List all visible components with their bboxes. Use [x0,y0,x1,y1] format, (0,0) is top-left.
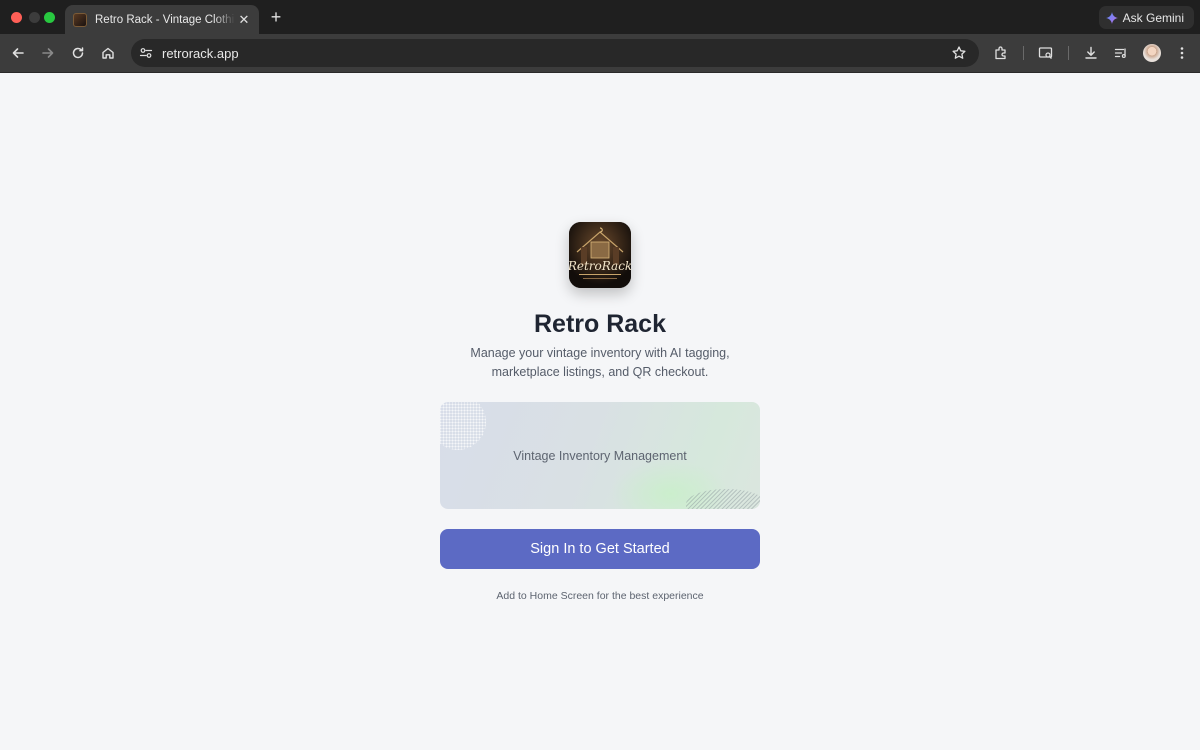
hero-card: Vintage Inventory Management [440,402,760,509]
url-text[interactable]: retrorack.app [162,46,239,61]
gemini-sparkle-icon [1105,11,1118,24]
ask-gemini-label: Ask Gemini [1122,10,1184,25]
hero-dot-pattern [440,402,486,450]
tab-favicon-icon [73,12,87,27]
svg-text:RetroRack: RetroRack [569,259,631,273]
toolbar-divider [1023,46,1024,60]
page-content: RetroRack Retro Rack Manage your vintage… [0,74,1200,750]
toolbar-divider [1068,46,1069,60]
ask-gemini-button[interactable]: Ask Gemini [1098,6,1194,29]
app-logo: RetroRack [569,222,631,288]
window-zoom-button[interactable] [44,12,55,23]
profile-avatar[interactable] [1143,44,1161,62]
site-info-icon[interactable] [139,46,153,60]
app-title: Retro Rack [534,310,666,338]
menu-icon[interactable] [1173,44,1191,62]
reading-list-icon[interactable] [1112,44,1130,62]
address-bar[interactable]: retrorack.app [131,39,979,67]
extensions-icon[interactable] [992,44,1010,62]
bookmark-star-icon[interactable] [951,45,967,61]
tab-close-icon[interactable]: ✕ [237,12,251,28]
browser-toolbar: retrorack.app [0,34,1200,73]
forward-icon[interactable] [39,44,57,62]
retro-rack-logo-icon: RetroRack [569,222,631,288]
browser-titlebar: Retro Rack - Vintage Clothing Inventory … [0,0,1200,34]
app-description: Manage your vintage inventory with AI ta… [470,346,730,379]
tab-search-icon[interactable] [1037,44,1055,62]
home-screen-hint: Add to Home Screen for the best experien… [496,590,704,602]
new-tab-button[interactable]: + [267,6,285,28]
window-minimize-button[interactable] [29,12,40,23]
home-icon[interactable] [99,44,117,62]
sign-in-button[interactable]: Sign In to Get Started [440,529,760,569]
window-close-button[interactable] [11,12,22,23]
hero-label: Vintage Inventory Management [513,448,687,463]
browser-tab[interactable]: Retro Rack - Vintage Clothing Inventory … [65,5,259,34]
back-icon[interactable] [9,44,27,62]
downloads-icon[interactable] [1082,44,1100,62]
tab-title: Retro Rack - Vintage Clothing Inventory [95,13,235,26]
reload-icon[interactable] [69,44,87,62]
